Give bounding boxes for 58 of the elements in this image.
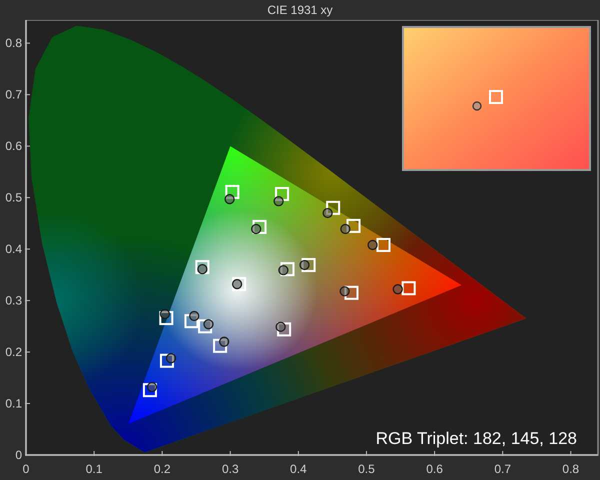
- tick-label: 0.7: [5, 88, 22, 102]
- measured-point: [340, 224, 350, 234]
- measured-point: [340, 286, 350, 296]
- measured-point: [197, 264, 208, 274]
- target-marker: [252, 220, 267, 234]
- tick-label: 0.5: [5, 190, 22, 205]
- target-marker: [346, 218, 361, 233]
- tick-label: 0.3: [5, 294, 22, 308]
- target-marker: [326, 200, 340, 215]
- window-title: CIE 1931 xy: [267, 4, 333, 16]
- tick-label: 0.1: [86, 462, 102, 476]
- measured-point: [219, 336, 230, 347]
- target-marker: [198, 319, 212, 334]
- tick-label: 0.6: [426, 462, 443, 476]
- tick-label: 0.8: [562, 462, 580, 476]
- measured-point: [322, 208, 333, 218]
- measured-point: [276, 322, 286, 332]
- tick-label: 0.5: [358, 462, 375, 476]
- measured-point: [160, 308, 170, 320]
- target-marker: [232, 277, 246, 292]
- measured-point: [189, 310, 200, 322]
- target-marker: [225, 184, 240, 199]
- measured-point: [146, 382, 158, 392]
- measured-point: [232, 278, 242, 290]
- measured-point: [166, 353, 176, 364]
- measured-point: [278, 265, 288, 276]
- tick-label: 0.4: [5, 242, 22, 256]
- target-marker: [184, 314, 198, 328]
- target-marker: [159, 311, 174, 326]
- target-marker: [213, 338, 228, 353]
- tick-label: 0: [22, 462, 30, 476]
- tick-label: 0.8: [5, 36, 22, 50]
- measured-point: [368, 240, 378, 250]
- tick-label: 0: [15, 448, 22, 462]
- tick-label: 0.6: [5, 139, 22, 154]
- tick-label: 0.7: [494, 462, 511, 476]
- target-marker: [195, 260, 210, 274]
- target-marker: [376, 238, 390, 252]
- measured-point: [274, 196, 284, 206]
- tick-label: 0.4: [290, 462, 307, 476]
- tick-label: 0.1: [5, 396, 22, 411]
- target-marker: [302, 258, 316, 272]
- target-marker: [280, 262, 294, 276]
- measured-point: [224, 194, 235, 204]
- tick-label: 0.2: [5, 345, 22, 360]
- target-marker: [275, 187, 290, 201]
- tick-label: 0.2: [154, 462, 171, 476]
- target-marker: [142, 383, 157, 398]
- measured-point: [392, 284, 403, 294]
- rgb-readout: RGB Triplet: 182, 145, 128: [376, 429, 577, 448]
- target-marker: [160, 354, 174, 368]
- tick-label: 0.3: [222, 462, 239, 476]
- measured-point: [203, 319, 214, 330]
- target-marker: [344, 286, 358, 300]
- measured-point: [251, 224, 262, 234]
- measured-point: [299, 260, 310, 270]
- target-marker: [402, 281, 416, 296]
- target-marker: [277, 322, 292, 336]
